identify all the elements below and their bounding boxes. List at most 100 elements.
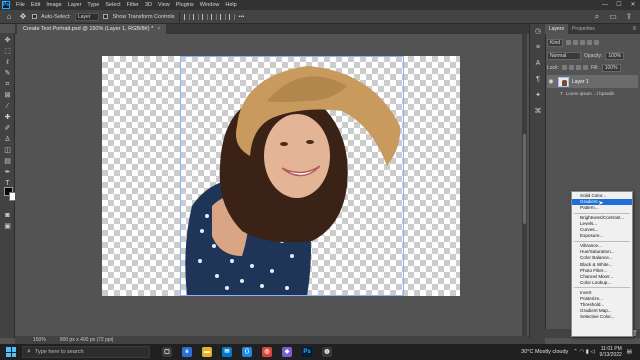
paragraph-icon[interactable]: ¶	[534, 76, 542, 84]
windows-start-icon[interactable]	[6, 347, 16, 357]
clone-stamp-tool-icon[interactable]: ♙	[2, 135, 13, 144]
history-icon[interactable]: ◷	[534, 28, 542, 36]
glyphs-icon[interactable]: ⌘	[534, 108, 542, 116]
visibility-eye-icon[interactable]: ◉	[547, 78, 555, 85]
fill-input[interactable]: 100%	[601, 63, 621, 72]
menu-help[interactable]: Help	[222, 2, 239, 8]
align-bottom-icon[interactable]	[228, 13, 235, 20]
tray-icons[interactable]: ⌃ ◠ ▮ ◁	[573, 349, 594, 355]
menu-edit[interactable]: Edit	[28, 2, 43, 8]
chrome-icon[interactable]: ◎	[262, 347, 272, 357]
menu-item-exposure[interactable]: Exposure...	[572, 233, 632, 239]
auto-select-checkbox[interactable]	[32, 14, 37, 19]
lock-transparent-icon[interactable]	[561, 65, 567, 70]
minimize-button[interactable]: —	[598, 0, 612, 10]
auto-select-dropdown[interactable]: Layer	[74, 12, 100, 21]
eraser-tool-icon[interactable]: ◫	[2, 146, 13, 155]
eyedropper-tool-icon[interactable]: ⁄	[2, 102, 13, 111]
brush-tool-icon[interactable]: ✐	[2, 124, 13, 133]
lock-all-icon[interactable]	[582, 65, 588, 70]
transform-bounding-box[interactable]	[180, 56, 404, 296]
notifications-icon[interactable]: ▤	[627, 349, 632, 355]
taskbar-search-box[interactable]: ⌕ Type here to search	[22, 346, 150, 358]
workspace-icon[interactable]: ▭	[608, 12, 618, 22]
menu-item-selective-color[interactable]: Selective Color...	[572, 314, 632, 320]
gradient-tool-icon[interactable]: ▤	[2, 157, 13, 166]
opacity-input[interactable]: 100%	[605, 51, 625, 60]
healing-brush-tool-icon[interactable]: ✚	[2, 113, 13, 122]
edge-icon[interactable]: e	[182, 347, 192, 357]
align-center-icon[interactable]	[192, 13, 199, 20]
photoshop-taskbar-icon[interactable]: Ps	[302, 347, 312, 357]
adjustment-filter-icon[interactable]	[573, 40, 579, 45]
properties-icon[interactable]: ≡	[534, 44, 542, 52]
blend-mode-dropdown[interactable]: Normal	[547, 51, 581, 60]
menu-type[interactable]: Type	[84, 2, 102, 8]
menu-file[interactable]: File	[13, 2, 28, 8]
lock-image-icon[interactable]	[568, 65, 574, 70]
search-icon[interactable]: ⌕	[592, 12, 602, 22]
menu-view[interactable]: View	[155, 2, 173, 8]
menu-window[interactable]: Window	[197, 2, 223, 8]
mail-icon[interactable]: ✉	[222, 347, 232, 357]
vertical-scrollbar[interactable]	[522, 34, 527, 339]
more-options-icon[interactable]: •••	[239, 14, 245, 20]
frame-tool-icon[interactable]: ⊠	[2, 91, 13, 100]
move-tool-icon[interactable]: ✥	[18, 12, 28, 22]
quick-mask-icon[interactable]: ◙	[2, 211, 13, 220]
weather-status[interactable]: 30°C Mostly cloudy	[521, 349, 568, 355]
screen-mode-icon[interactable]: ▣	[2, 222, 13, 231]
layer-row[interactable]: ◉ Layer 1	[547, 75, 638, 88]
menu-select[interactable]: Select	[102, 2, 123, 8]
character-icon[interactable]: A	[534, 60, 542, 68]
vscode-icon[interactable]: ⟨⟩	[242, 347, 252, 357]
maximize-button[interactable]: ☐	[612, 0, 626, 10]
align-middle-icon[interactable]	[219, 13, 226, 20]
file-explorer-icon[interactable]: ▬	[202, 347, 212, 357]
menu-3d[interactable]: 3D	[142, 2, 155, 8]
shape-filter-icon[interactable]	[587, 40, 593, 45]
menu-image[interactable]: Image	[43, 2, 64, 8]
share-icon[interactable]: ⇪	[624, 12, 634, 22]
photoshop-logo-icon[interactable]: Ps	[2, 1, 10, 9]
zoom-level[interactable]: 150%	[33, 337, 46, 343]
type-filter-icon[interactable]	[580, 40, 586, 45]
tab-properties[interactable]: Properties	[568, 24, 599, 34]
home-icon[interactable]: ⌂	[4, 12, 14, 22]
app-icon-2[interactable]: ◍	[322, 347, 332, 357]
align-right-icon[interactable]	[201, 13, 208, 20]
mouse-cursor-icon: ➤	[598, 200, 604, 207]
text-layer-row[interactable]: T Lorem ipsum ...t bpsedit	[560, 88, 638, 98]
panel-menu-icon[interactable]: ≡	[632, 26, 636, 32]
scrollbar-thumb[interactable]	[523, 134, 526, 224]
task-view-icon[interactable]: ▢	[162, 347, 172, 357]
layer-name[interactable]: Layer 1	[572, 79, 589, 85]
marquee-tool-icon[interactable]: ⬚	[2, 47, 13, 56]
smart-object-filter-icon[interactable]	[594, 40, 600, 45]
tab-layers[interactable]: Layers	[545, 24, 569, 34]
crop-tool-icon[interactable]: ⌗	[2, 80, 13, 89]
quick-select-tool-icon[interactable]: ✎	[2, 69, 13, 78]
close-button[interactable]: ✕	[626, 0, 640, 10]
menu-layer[interactable]: Layer	[65, 2, 85, 8]
menu-bar: Ps File Edit Image Layer Type Select Fil…	[0, 0, 640, 10]
close-tab-icon[interactable]: ×	[157, 26, 160, 32]
app-icon[interactable]: ◆	[282, 347, 292, 357]
window-controls: — ☐ ✕	[598, 0, 640, 10]
align-left-icon[interactable]	[183, 13, 190, 20]
brush-settings-icon[interactable]: ✦	[534, 92, 542, 100]
document-tab[interactable]: Create Text Portrait.psd @ 150% (Layer 1…	[17, 24, 167, 34]
lock-position-icon[interactable]	[575, 65, 581, 70]
menu-filter[interactable]: Filter	[124, 2, 142, 8]
move-tool-icon[interactable]: ✥	[2, 36, 13, 45]
clock[interactable]: 11:01 PM 9/13/2022	[600, 346, 622, 358]
document-info[interactable]: 900 px x 400 px (72 ppi)	[60, 337, 114, 343]
kind-filter-dropdown[interactable]: Kind	[547, 38, 564, 47]
menu-plugins[interactable]: Plugins	[173, 2, 197, 8]
lasso-tool-icon[interactable]: ℓ	[2, 58, 13, 67]
pixel-filter-icon[interactable]	[566, 40, 572, 45]
pen-tool-icon[interactable]: ✒	[2, 168, 13, 177]
transform-controls-checkbox[interactable]	[103, 14, 109, 19]
align-top-icon[interactable]	[210, 13, 217, 20]
menu-item-color-lookup[interactable]: Color Lookup...	[572, 280, 632, 286]
